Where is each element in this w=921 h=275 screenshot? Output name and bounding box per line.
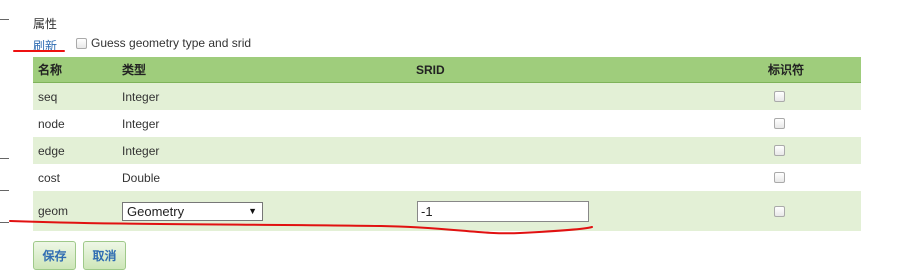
- edge-tick: [0, 19, 9, 20]
- row-name: edge: [38, 143, 65, 158]
- properties-title: 属性: [33, 17, 58, 31]
- identifier-cell: [774, 191, 785, 231]
- identifier-cell: [774, 137, 785, 164]
- table-header: 名称 类型 SRID 标识符: [33, 57, 861, 83]
- dropdown-arrow-icon: ▼: [248, 205, 257, 216]
- red-annotation-stroke: [9, 220, 593, 235]
- row-name: node: [38, 116, 65, 131]
- row-name: seq: [38, 89, 58, 104]
- identifier-cell: [774, 83, 785, 110]
- red-annotation-underline: [13, 50, 65, 52]
- geometry-type-value: Geometry: [127, 203, 185, 219]
- geometry-type-select[interactable]: Geometry ▼: [122, 201, 263, 221]
- table-row: seq Integer: [33, 83, 861, 110]
- identifier-checkbox[interactable]: [774, 145, 785, 156]
- edge-tick: [0, 190, 9, 191]
- row-type: Integer: [122, 116, 160, 131]
- identifier-checkbox[interactable]: [774, 205, 785, 217]
- table-row: cost Double: [33, 164, 861, 191]
- identifier-cell: [774, 164, 785, 191]
- header-srid: SRID: [416, 62, 445, 77]
- cancel-button[interactable]: 取消: [83, 241, 126, 270]
- identifier-checkbox[interactable]: [774, 118, 785, 129]
- identifier-cell: [774, 110, 785, 137]
- row-type: Integer: [122, 89, 160, 104]
- header-type: 类型: [122, 63, 147, 77]
- header-name: 名称: [38, 63, 63, 77]
- identifier-checkbox[interactable]: [774, 91, 785, 102]
- attributes-table: 名称 类型 SRID 标识符 seq Integer node Integer …: [33, 57, 861, 231]
- guess-geometry-label: Guess geometry type and srid: [91, 36, 252, 50]
- table-row: node Integer: [33, 110, 861, 137]
- row-name: cost: [38, 170, 61, 185]
- save-button[interactable]: 保存: [33, 241, 76, 270]
- edge-tick: [0, 158, 9, 159]
- identifier-checkbox[interactable]: [774, 172, 785, 183]
- guess-geometry-checkbox[interactable]: [76, 37, 87, 49]
- row-type: Integer: [122, 143, 160, 158]
- guess-geometry-option[interactable]: Guess geometry type and srid: [76, 36, 251, 50]
- table-row: edge Integer: [33, 137, 861, 164]
- header-identifier: 标识符: [768, 63, 805, 77]
- row-type: Double: [122, 170, 161, 185]
